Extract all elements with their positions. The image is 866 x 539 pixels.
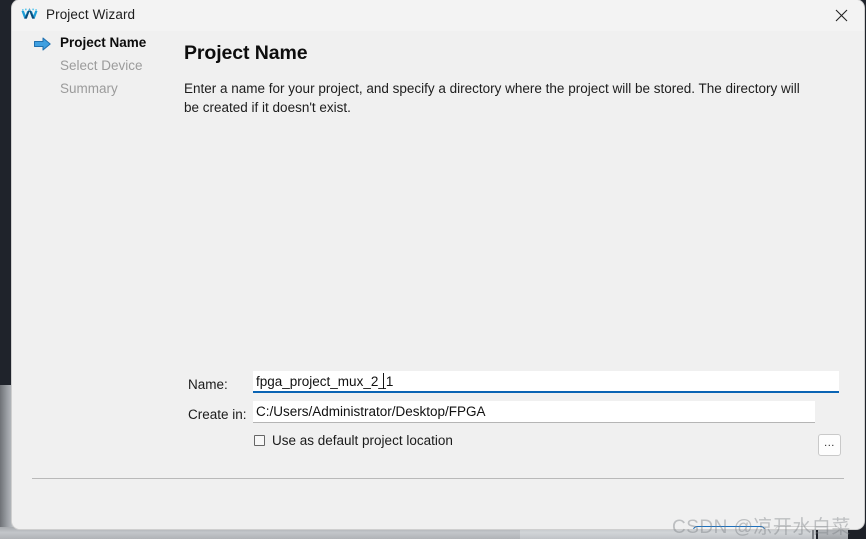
name-field-label: Name: <box>188 377 228 392</box>
window-title: Project Wizard <box>46 7 136 22</box>
default-location-checkbox[interactable] <box>254 435 265 446</box>
dialog-footer: 下一步(N) > 取消 <box>12 491 864 529</box>
name-input[interactable] <box>253 371 839 393</box>
dialog-body: Project Name Select Device Summary Proje… <box>12 31 864 529</box>
create-in-input[interactable] <box>253 401 815 423</box>
cancel-button[interactable]: 取消 <box>775 526 840 529</box>
title-bar[interactable]: Project Wizard <box>12 0 864 31</box>
ellipsis-icon: ... <box>824 437 835 449</box>
screen: Project Wizard Project Name Select Devic… <box>0 0 866 539</box>
default-location-label: Use as default project location <box>272 433 453 448</box>
project-wizard-dialog: Project Wizard Project Name Select Devic… <box>12 0 864 529</box>
default-location-checkbox-row[interactable]: Use as default project location <box>254 433 453 448</box>
footer-divider <box>32 478 844 479</box>
vivado-w-icon <box>20 6 39 25</box>
browse-button[interactable]: ... <box>818 434 841 456</box>
next-button[interactable]: 下一步(N) > <box>693 526 765 529</box>
create-in-field-label: Create in: <box>188 407 247 422</box>
text-caret <box>383 373 384 389</box>
close-icon[interactable] <box>818 0 864 31</box>
project-form: Name: Create in: ... Use as default proj… <box>12 31 864 529</box>
